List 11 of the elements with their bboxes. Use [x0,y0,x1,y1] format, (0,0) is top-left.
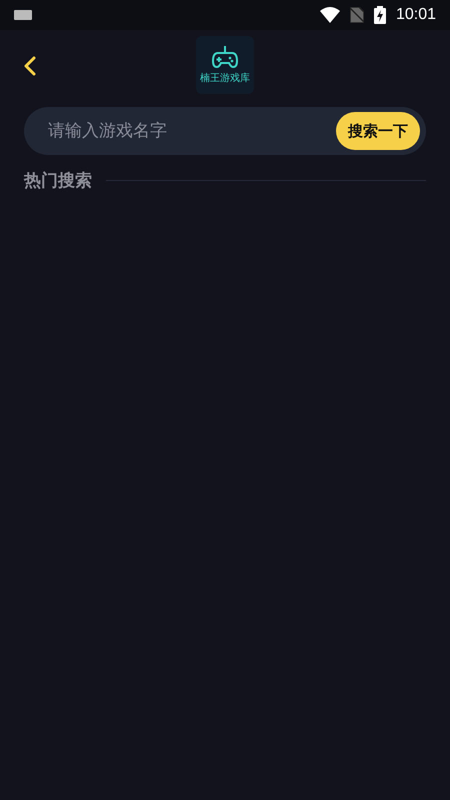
search-button[interactable]: 搜索一下 [336,112,420,150]
battery-charging-icon [374,6,386,24]
no-sim-icon [350,7,364,23]
section-title: 热门搜索 [24,170,92,192]
gamepad-icon [212,45,238,69]
back-icon[interactable] [24,56,36,76]
wifi-icon [320,7,340,23]
keyboard-icon [14,10,32,20]
status-time: 10:01 [396,6,436,24]
search-field[interactable]: 请输入游戏名字 搜索一下 [24,107,426,155]
logo-text: 楠王游戏库 [200,72,250,85]
